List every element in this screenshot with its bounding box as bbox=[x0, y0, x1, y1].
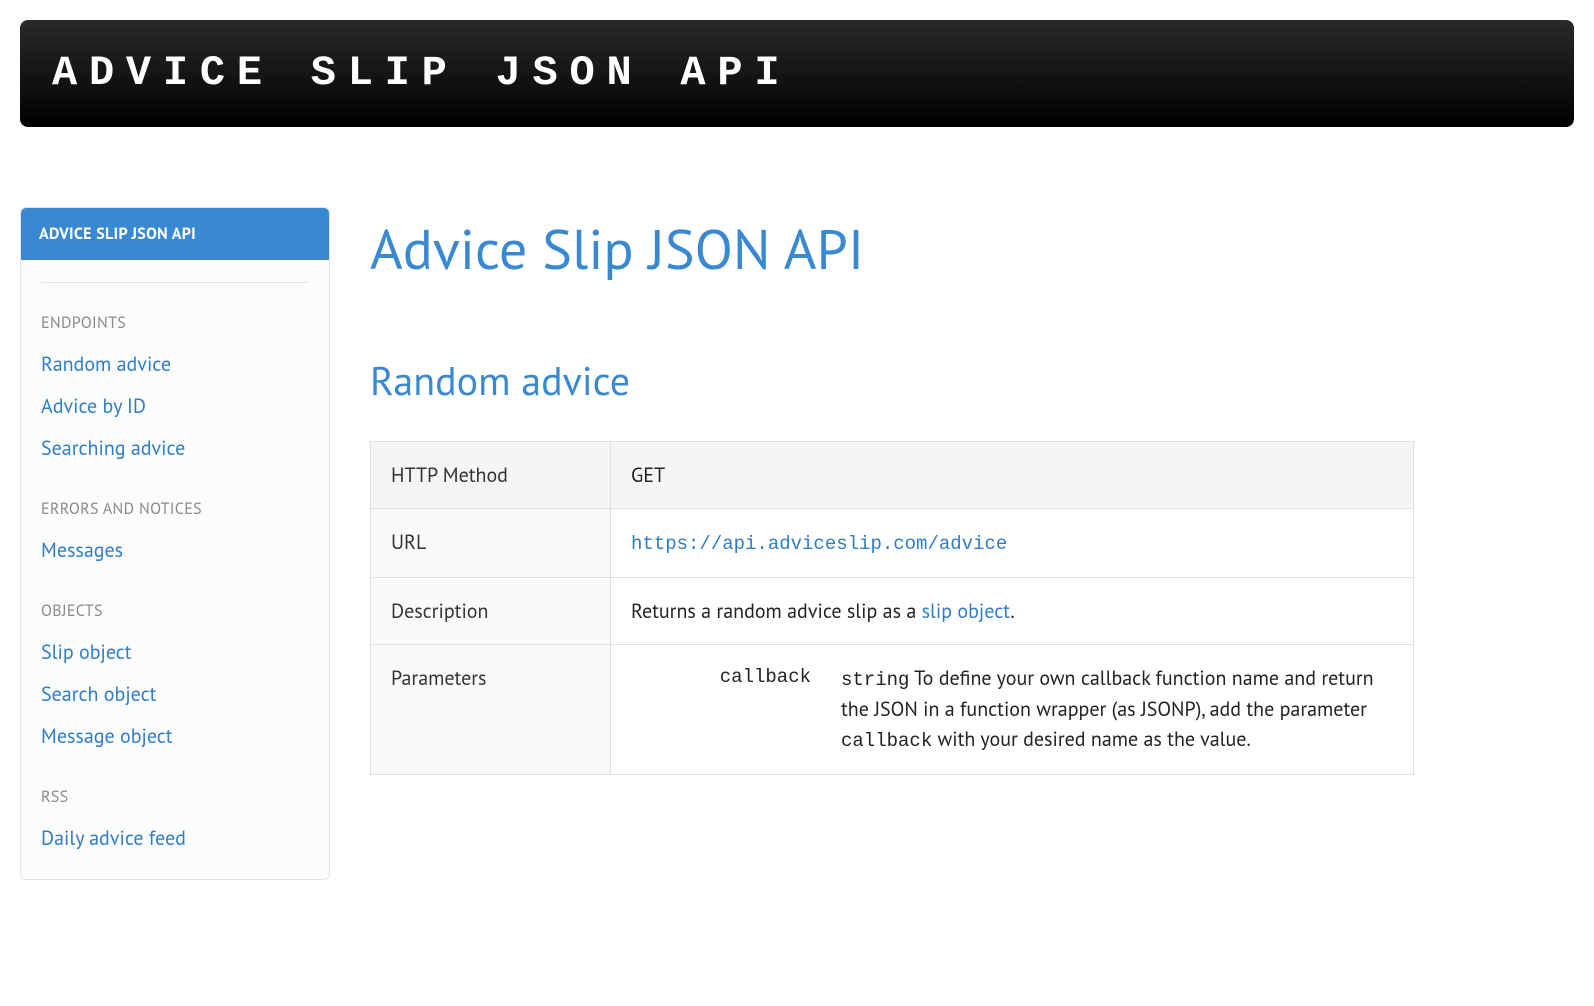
page-title: Advice Slip JSON API bbox=[370, 207, 1414, 291]
parameter-desc-code: callback bbox=[841, 730, 932, 752]
url-link[interactable]: https://api.adviceslip.com/advice bbox=[631, 533, 1007, 555]
parameter-callback-row: callback string To define your own callb… bbox=[631, 663, 1393, 756]
sidebar-active-title[interactable]: ADVICE SLIP JSON API bbox=[21, 208, 329, 260]
endpoint-table: HTTP Method GET URL https://api.advicesl… bbox=[370, 441, 1414, 775]
layout: ADVICE SLIP JSON API ENDPOINTS Random ad… bbox=[0, 207, 1594, 920]
sidebar-item-message-object[interactable]: Message object bbox=[41, 715, 309, 757]
table-row-description: Description Returns a random advice slip… bbox=[371, 577, 1414, 644]
parameters-label: Parameters bbox=[371, 644, 611, 774]
parameter-type: string bbox=[841, 669, 909, 691]
sidebar-item-advice-by-id[interactable]: Advice by ID bbox=[41, 385, 309, 427]
sidebar-item-messages[interactable]: Messages bbox=[41, 529, 309, 571]
sidebar-group-rss: RSS bbox=[41, 785, 309, 809]
sidebar-item-daily-advice-feed[interactable]: Daily advice feed bbox=[41, 817, 309, 859]
parameter-name: callback bbox=[691, 663, 811, 756]
main-content: Advice Slip JSON API Random advice HTTP … bbox=[370, 207, 1574, 880]
parameter-desc-2: with your desired name as the value. bbox=[932, 726, 1251, 752]
table-row-http-method: HTTP Method GET bbox=[371, 442, 1414, 509]
http-method-label: HTTP Method bbox=[371, 442, 611, 509]
slip-object-link[interactable]: slip object bbox=[922, 598, 1011, 624]
url-label: URL bbox=[371, 509, 611, 578]
section-title-random-advice: Random advice bbox=[370, 351, 1414, 411]
description-prefix: Returns a random advice slip as a bbox=[631, 598, 922, 624]
parameter-desc-1: To define your own callback function nam… bbox=[841, 665, 1374, 723]
sidebar: ADVICE SLIP JSON API ENDPOINTS Random ad… bbox=[20, 207, 330, 880]
sidebar-group-objects: OBJECTS bbox=[41, 599, 309, 623]
sidebar-item-random-advice[interactable]: Random advice bbox=[41, 343, 309, 385]
description-value: Returns a random advice slip as a slip o… bbox=[611, 577, 1414, 644]
description-suffix: . bbox=[1010, 598, 1014, 624]
http-method-value: GET bbox=[611, 442, 1414, 509]
url-value-cell: https://api.adviceslip.com/advice bbox=[611, 509, 1414, 578]
table-row-parameters: Parameters callback string To define you… bbox=[371, 644, 1414, 774]
parameters-value: callback string To define your own callb… bbox=[611, 644, 1414, 774]
sidebar-item-search-object[interactable]: Search object bbox=[41, 673, 309, 715]
sidebar-item-searching-advice[interactable]: Searching advice bbox=[41, 427, 309, 469]
sidebar-divider bbox=[41, 282, 309, 283]
sidebar-group-endpoints: ENDPOINTS bbox=[41, 311, 309, 335]
parameter-description: string To define your own callback funct… bbox=[841, 663, 1393, 756]
sidebar-item-slip-object[interactable]: Slip object bbox=[41, 631, 309, 673]
banner-title: ADVICE SLIP JSON API bbox=[52, 42, 1542, 105]
sidebar-group-errors: ERRORS AND NOTICES bbox=[41, 497, 309, 521]
description-label: Description bbox=[371, 577, 611, 644]
table-row-url: URL https://api.adviceslip.com/advice bbox=[371, 509, 1414, 578]
banner: ADVICE SLIP JSON API bbox=[20, 20, 1574, 127]
